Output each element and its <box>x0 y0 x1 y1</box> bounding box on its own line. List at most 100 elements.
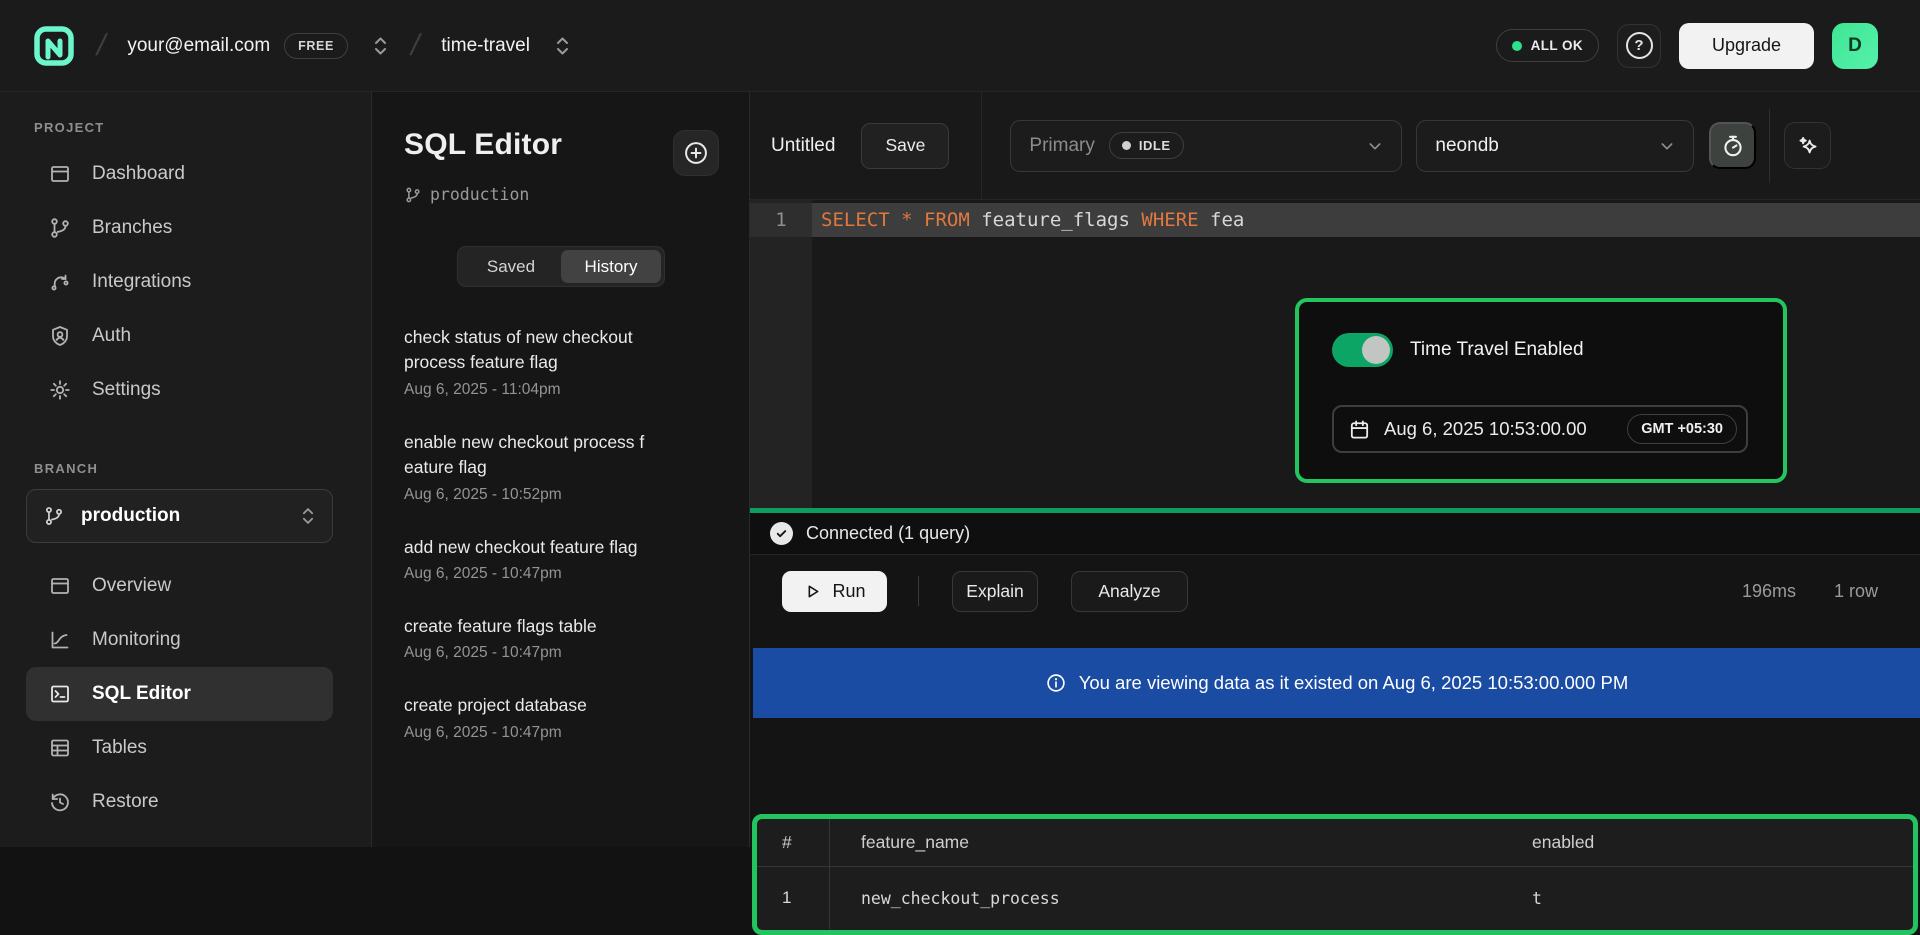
sidebar-item-monitoring[interactable]: Monitoring <box>26 613 333 667</box>
upgrade-button[interactable]: Upgrade <box>1679 23 1814 69</box>
column-header-feature_name: feature_name <box>830 819 1532 866</box>
database-name: neondb <box>1435 135 1498 157</box>
column-header-enabled: enabled <box>1532 819 1913 866</box>
restore-icon <box>48 790 72 814</box>
history-item[interactable]: create feature flags tableAug 6, 2025 - … <box>404 614 719 662</box>
history-item[interactable]: enable new checkout process f eature fla… <box>404 430 719 504</box>
integrations-icon <box>48 270 72 294</box>
new-query-button[interactable] <box>673 130 719 176</box>
run-button-label: Run <box>832 581 865 602</box>
compute-dropdown[interactable]: Primary IDLE <box>1010 120 1402 172</box>
sql-code-text[interactable]: SELECT * FROM feature_flags WHERE fea <box>812 203 1920 237</box>
panel-branch-name: production <box>430 185 529 204</box>
history-item-title: add new checkout feature flag <box>404 535 719 560</box>
results-table: #feature_nameenabled 1new_checkout_proce… <box>752 814 1918 935</box>
sql-editor-panel: SQL Editor production SavedHistory check… <box>372 92 750 847</box>
calendar-icon <box>1348 418 1371 441</box>
sidebar-item-sql-editor[interactable]: SQL Editor <box>26 667 333 721</box>
toggle-knob <box>1362 336 1390 364</box>
analyze-button[interactable]: Analyze <box>1071 571 1188 612</box>
sidebar-item-label: Monitoring <box>92 629 181 651</box>
sidebar-item-tables[interactable]: Tables <box>26 721 333 775</box>
plus-circle-icon <box>682 139 710 167</box>
line-number: 1 <box>750 203 812 237</box>
connection-status-text: Connected (1 query) <box>806 523 970 544</box>
chevron-down-icon <box>1367 138 1383 154</box>
tab-saved[interactable]: Saved <box>461 250 561 283</box>
database-dropdown[interactable]: neondb <box>1416 120 1694 172</box>
top-bar: / your@email.com FREE / time-travel ALL … <box>0 0 1920 92</box>
compute-name: Primary <box>1029 135 1094 157</box>
project-name[interactable]: time-travel <box>441 35 530 57</box>
history-item[interactable]: check status of new checkout process fea… <box>404 325 719 399</box>
sidebar-item-label: Tables <box>92 737 147 759</box>
chevron-down-icon <box>1659 138 1675 154</box>
toolbar-divider <box>981 92 982 200</box>
line-number-gutter <box>750 200 812 508</box>
breadcrumb-slash: / <box>93 29 109 63</box>
sidebar-item-label: Auth <box>92 325 131 347</box>
history-item-time: Aug 6, 2025 - 10:47pm <box>404 565 719 583</box>
sparkles-icon <box>1795 133 1821 159</box>
project-switcher-chevrons-icon[interactable] <box>554 34 571 58</box>
timezone-badge: GMT +05:30 <box>1627 414 1737 444</box>
sidebar-item-integrations[interactable]: Integrations <box>26 255 333 309</box>
time-travel-toggle-label: Time Travel Enabled <box>1410 339 1584 361</box>
sidebar-item-label: Restore <box>92 791 159 813</box>
status-ok-dot-icon <box>1512 41 1522 51</box>
sidebar-item-branches[interactable]: Branches <box>26 201 333 255</box>
code-editor[interactable]: 1 SELECT * FROM feature_flags WHERE fea … <box>750 200 1920 508</box>
avatar[interactable]: D <box>1832 23 1878 69</box>
query-tab-title[interactable]: Untitled <box>771 135 835 157</box>
time-travel-banner-text: You are viewing data as it existed on Au… <box>1079 672 1629 694</box>
question-icon: ? <box>1626 32 1653 59</box>
sidebar-item-label: Overview <box>92 575 171 597</box>
chevrons-up-down-icon <box>300 505 316 527</box>
account-email[interactable]: your@email.com <box>127 35 270 57</box>
history-item-title: enable new checkout process f eature fla… <box>404 430 719 481</box>
timestamp-value: Aug 6, 2025 10:53:00.00 <box>1384 418 1614 440</box>
query-duration: 196ms <box>1742 581 1796 602</box>
branch-selector[interactable]: production <box>26 489 333 543</box>
status-badge-label: ALL OK <box>1531 38 1583 53</box>
active-code-line[interactable]: 1 SELECT * FROM feature_flags WHERE fea <box>750 203 1920 237</box>
branch-icon <box>404 186 422 204</box>
time-travel-button[interactable] <box>1709 122 1756 169</box>
sidebar-item-dashboard[interactable]: Dashboard <box>26 147 333 201</box>
timestamp-input[interactable]: Aug 6, 2025 10:53:00.00 GMT +05:30 <box>1332 405 1748 453</box>
table-row[interactable]: 1new_checkout_processt <box>757 867 1913 929</box>
toolbar-divider <box>1769 109 1770 183</box>
run-button[interactable]: Run <box>782 571 887 612</box>
stopwatch-icon <box>1720 133 1746 159</box>
history-list: check status of new checkout process fea… <box>404 325 719 742</box>
account-switcher-chevrons-icon[interactable] <box>372 34 389 58</box>
overview-icon <box>48 574 72 598</box>
neon-logo[interactable] <box>33 25 75 67</box>
panel-title: SQL Editor <box>404 128 562 162</box>
history-item[interactable]: add new checkout feature flag Aug 6, 2025… <box>404 535 719 583</box>
history-item[interactable]: create project databaseAug 6, 2025 - 10:… <box>404 693 719 741</box>
sidebar-item-restore[interactable]: Restore <box>26 775 333 829</box>
sidebar-item-settings[interactable]: Settings <box>26 363 333 417</box>
tab-history[interactable]: History <box>561 250 661 283</box>
sidebar-item-auth[interactable]: Auth <box>26 309 333 363</box>
save-button[interactable]: Save <box>861 123 949 169</box>
time-travel-toggle[interactable] <box>1332 333 1393 367</box>
time-travel-popup: Time Travel Enabled Aug 6, 2025 10:53:00… <box>1295 298 1787 483</box>
table-cell: 1 <box>757 867 830 929</box>
time-travel-banner: You are viewing data as it existed on Au… <box>753 648 1920 718</box>
auth-icon <box>48 324 72 348</box>
history-item-time: Aug 6, 2025 - 10:47pm <box>404 724 719 742</box>
info-icon <box>1045 672 1067 694</box>
table-cell: new_checkout_process <box>830 867 1532 929</box>
help-button[interactable]: ? <box>1617 24 1661 68</box>
sidebar-item-overview[interactable]: Overview <box>26 559 333 613</box>
editor-toolbar: Untitled Save Primary IDLE neondb <box>750 92 1920 200</box>
status-badge[interactable]: ALL OK <box>1496 29 1599 62</box>
dashboard-icon <box>48 162 72 186</box>
sidebar-item-label: SQL Editor <box>92 683 191 705</box>
explain-button[interactable]: Explain <box>952 571 1038 612</box>
editor-area: Untitled Save Primary IDLE neondb <box>750 92 1920 847</box>
ai-assist-button[interactable] <box>1784 122 1831 169</box>
history-item-time: Aug 6, 2025 - 10:47pm <box>404 644 719 662</box>
